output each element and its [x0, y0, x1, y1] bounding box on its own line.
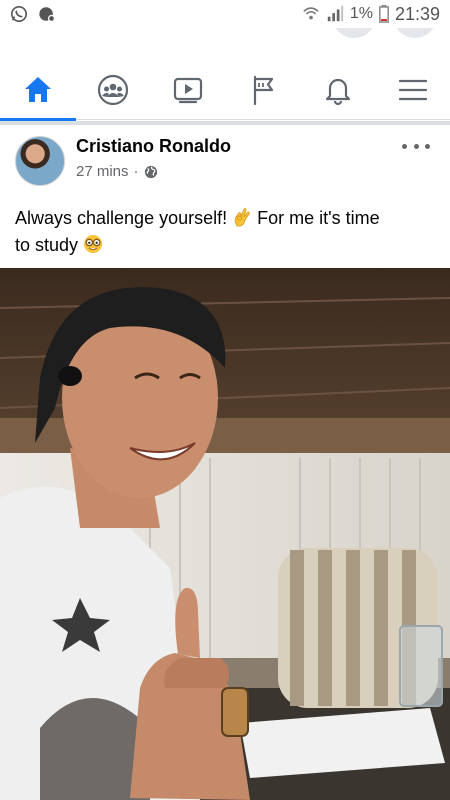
tab-pages[interactable] — [233, 60, 293, 120]
more-dot-icon — [413, 143, 419, 149]
ok-hand-emoji — [234, 208, 250, 227]
battery-percent: 1% — [349, 5, 373, 22]
post-options-button[interactable] — [402, 138, 430, 154]
nerd-face-emoji — [84, 235, 103, 253]
whatsapp-icon — [10, 5, 28, 23]
tab-groups[interactable] — [83, 60, 143, 120]
signal-icon — [327, 5, 343, 22]
globe-icon — [144, 165, 157, 178]
post-text-line3: to study — [15, 235, 79, 255]
tab-watch[interactable] — [158, 60, 218, 120]
more-dot-icon — [425, 143, 430, 149]
clock: 21:39 — [394, 3, 440, 24]
video-icon — [173, 77, 202, 103]
groups-icon — [97, 74, 128, 105]
feed-divider — [0, 121, 450, 125]
tab-notifications[interactable] — [308, 60, 368, 120]
home-icon — [24, 76, 51, 102]
post-author[interactable]: Cristiano Ronaldo — [76, 136, 231, 157]
post-header: Cristiano Ronaldo 27 mins · — [0, 126, 450, 192]
navigation-tabs — [0, 60, 450, 121]
flag-icon — [253, 75, 273, 105]
post-text: Always challenge yourself! For me it's t… — [15, 205, 435, 259]
selfie-thumbs-up-photo — [0, 268, 450, 800]
tab-menu[interactable] — [383, 60, 443, 120]
battery-icon — [379, 5, 389, 23]
avatar[interactable] — [15, 136, 65, 186]
status-bar: 1% 21:39 — [0, 0, 450, 28]
tab-home[interactable] — [0, 60, 76, 121]
more-dot-icon — [402, 143, 407, 149]
post-text-line2: For me it's time — [257, 208, 380, 228]
notification-icon — [39, 7, 56, 23]
meta-separator: · — [133, 163, 139, 180]
post-time[interactable]: 27 mins — [76, 163, 129, 180]
post-meta: 27 mins · — [76, 163, 158, 180]
post-text-line1: Always challenge yourself! — [15, 208, 228, 228]
wifi-icon — [303, 7, 319, 20]
hamburger-menu-icon — [398, 79, 427, 100]
post-photo[interactable] — [0, 268, 450, 800]
bell-icon — [325, 78, 350, 105]
